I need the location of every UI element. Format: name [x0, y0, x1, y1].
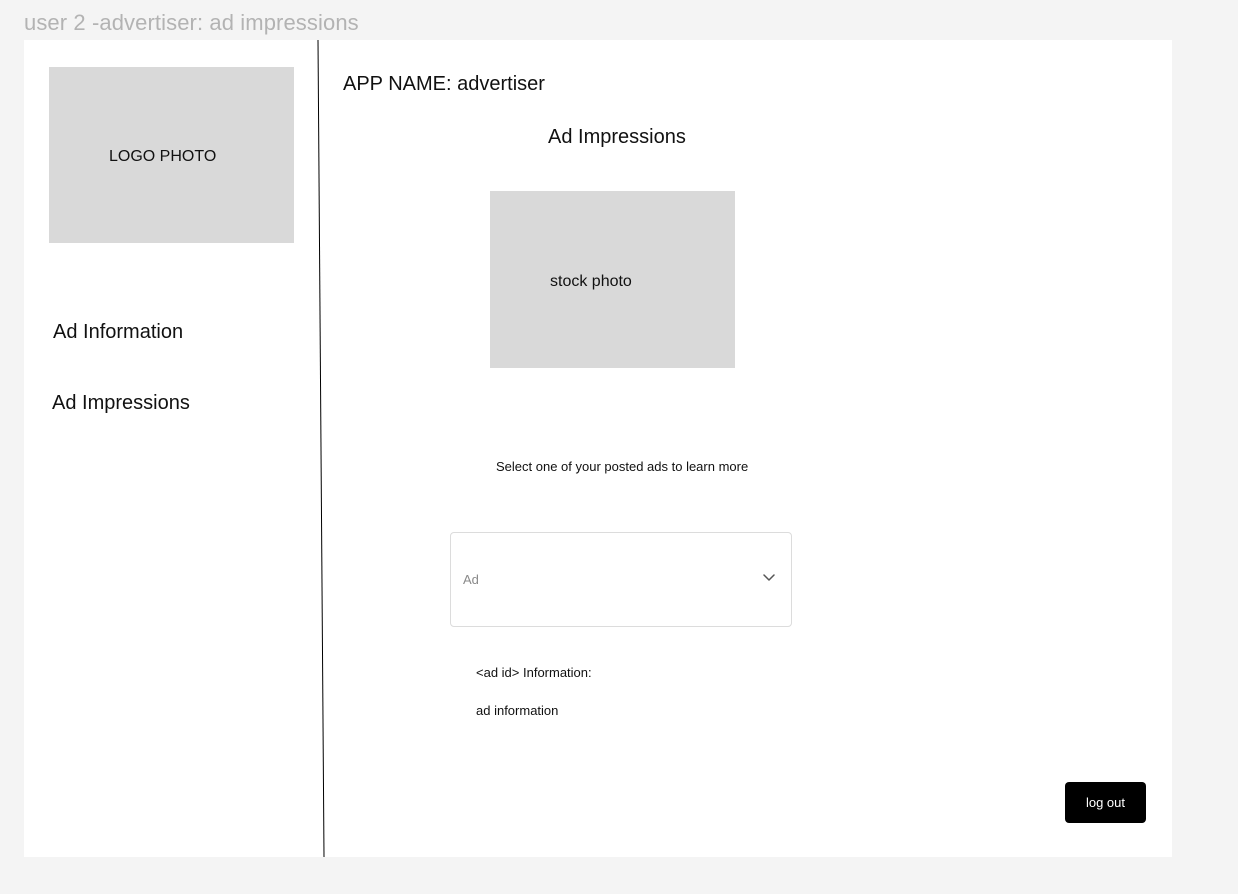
log-out-button[interactable]: log out — [1065, 782, 1146, 823]
ad-select-placeholder: Ad — [463, 572, 479, 587]
ad-info-value: ad information — [476, 703, 559, 718]
stock-photo-label: stock photo — [550, 273, 632, 290]
chevron-down-icon — [763, 574, 775, 581]
stock-photo: stock photo — [490, 191, 735, 368]
ad-select-dropdown[interactable]: Ad — [450, 532, 792, 627]
select-ad-prompt: Select one of your posted ads to learn m… — [496, 459, 749, 474]
sidebar-item-ad-information[interactable]: Ad Information — [53, 321, 183, 344]
page-title: Ad Impressions — [548, 126, 686, 148]
logo-photo-label: LOGO PHOTO — [109, 148, 217, 165]
logo-photo: LOGO PHOTO — [49, 67, 294, 243]
sidebar-item-ad-impressions[interactable]: Ad Impressions — [52, 392, 190, 415]
app-frame: LOGO PHOTO Ad Information Ad Impressions… — [24, 40, 1172, 857]
app-name: APP NAME: advertiser — [343, 73, 545, 95]
ad-info-label: <ad id> Information: — [476, 665, 592, 680]
frame-title: user 2 -advertiser: ad impressions — [24, 10, 359, 35]
